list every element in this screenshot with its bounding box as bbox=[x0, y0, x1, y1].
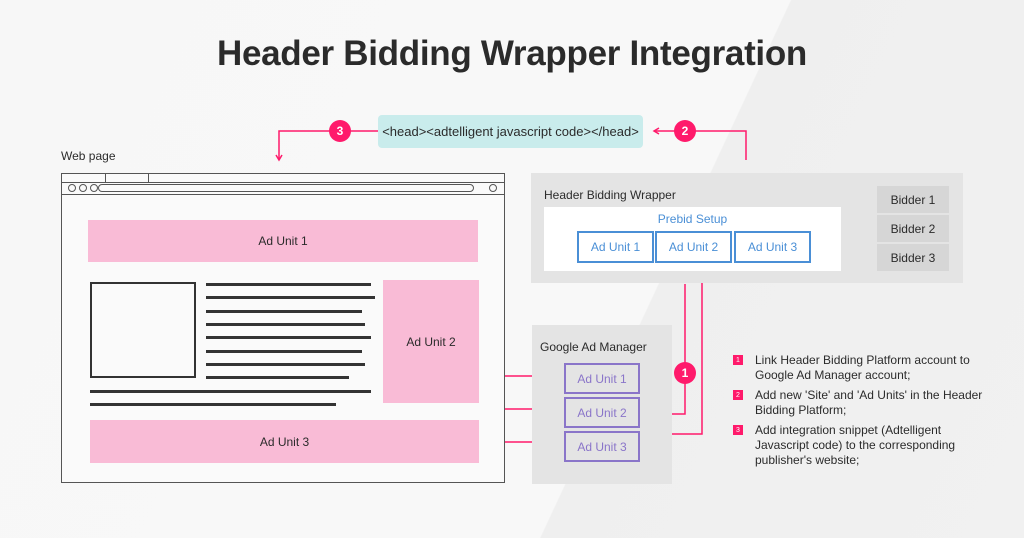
bidder-1: Bidder 1 bbox=[877, 186, 949, 213]
text-line bbox=[206, 296, 375, 299]
image-placeholder bbox=[90, 282, 196, 378]
flow-badge-3: 3 bbox=[329, 120, 351, 142]
window-control-icon bbox=[90, 184, 98, 192]
web-ad-unit-1: Ad Unit 1 bbox=[88, 220, 478, 262]
text-line bbox=[206, 283, 371, 286]
arrow-code-to-webpage bbox=[275, 130, 378, 162]
step-number: 3 bbox=[733, 425, 743, 435]
gam-ad-unit-1: Ad Unit 1 bbox=[564, 363, 640, 394]
prebid-label: Prebid Setup bbox=[657, 212, 728, 226]
text-line bbox=[206, 363, 365, 366]
prebid-ad-unit-3: Ad Unit 3 bbox=[734, 231, 811, 263]
bidder-2: Bidder 2 bbox=[877, 215, 949, 242]
flow-badge-2: 2 bbox=[674, 120, 696, 142]
prebid-ad-unit-2: Ad Unit 2 bbox=[655, 231, 732, 263]
window-control-icon bbox=[79, 184, 87, 192]
browser-url-row bbox=[62, 182, 504, 195]
browser-menu-icon bbox=[489, 184, 497, 192]
gam-ad-unit-2: Ad Unit 2 bbox=[564, 397, 640, 428]
flow-badge-1: 1 bbox=[674, 362, 696, 384]
bidder-3: Bidder 3 bbox=[877, 244, 949, 271]
header-bidding-wrapper: Header Bidding Wrapper Prebid Setup Ad U… bbox=[531, 173, 963, 283]
gam-label: Google Ad Manager bbox=[540, 340, 647, 354]
step-text: Add new 'Site' and 'Ad Units' in the Hea… bbox=[755, 388, 983, 417]
prebid-ad-unit-1: Ad Unit 1 bbox=[577, 231, 654, 263]
browser-tab bbox=[62, 174, 106, 182]
browser-tab bbox=[105, 174, 149, 182]
text-line bbox=[206, 350, 362, 353]
window-control-icon bbox=[68, 184, 76, 192]
step-item: 2 Add new 'Site' and 'Ad Units' in the H… bbox=[733, 388, 993, 418]
web-ad-unit-2: Ad Unit 2 bbox=[383, 280, 479, 403]
text-line bbox=[206, 310, 362, 313]
text-line bbox=[206, 323, 365, 326]
steps-list: 1 Link Header Bidding Platform account t… bbox=[733, 353, 993, 473]
arrow-wrapper-to-code bbox=[652, 127, 747, 160]
step-number: 2 bbox=[733, 390, 743, 400]
text-line bbox=[206, 376, 349, 379]
step-item: 3 Add integration snippet (Adtelligent J… bbox=[733, 423, 993, 468]
arrow-gam-to-prebid bbox=[672, 271, 706, 435]
code-snippet-box: <head><adtelligent javascript code></hea… bbox=[378, 115, 643, 148]
web-ad-unit-3: Ad Unit 3 bbox=[90, 420, 479, 463]
google-ad-manager: Google Ad Manager Ad Unit 1 Ad Unit 2 Ad… bbox=[532, 325, 672, 484]
text-line bbox=[90, 390, 371, 393]
gam-ad-unit-3: Ad Unit 3 bbox=[564, 431, 640, 462]
step-text: Link Header Bidding Platform account to … bbox=[755, 353, 970, 382]
text-line bbox=[206, 336, 371, 339]
step-text: Add integration snippet (Adtelligent Jav… bbox=[755, 423, 956, 467]
text-line bbox=[90, 403, 336, 406]
step-number: 1 bbox=[733, 355, 743, 365]
step-item: 1 Link Header Bidding Platform account t… bbox=[733, 353, 993, 383]
prebid-setup: Prebid Setup Ad Unit 1 Ad Unit 2 Ad Unit… bbox=[544, 207, 841, 271]
wrapper-label: Header Bidding Wrapper bbox=[544, 188, 676, 202]
web-page-browser: Ad Unit 1 Ad Unit 2 Ad Unit 3 bbox=[61, 173, 505, 483]
browser-address-bar bbox=[98, 184, 474, 192]
web-page-label: Web page bbox=[61, 149, 116, 163]
